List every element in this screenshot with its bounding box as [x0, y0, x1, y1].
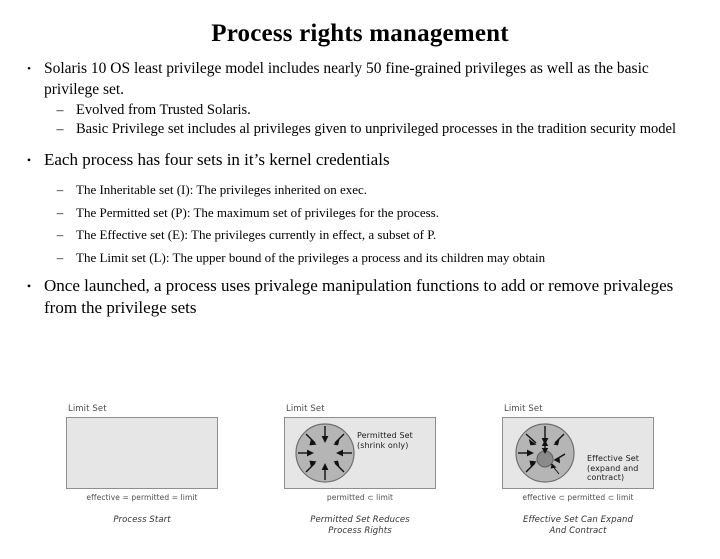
bullet-item: • Solaris 10 OS least privilege model in… — [14, 59, 702, 100]
permitted-set-circle-icon — [295, 423, 355, 483]
sub-bullet-item: – The Inheritable set (I): The privilege… — [14, 179, 702, 202]
sub-bullet-marker: – — [56, 122, 64, 137]
page-title: Process rights management — [211, 20, 509, 47]
limit-set-box: Effective Set (expand and contract) — [502, 417, 654, 489]
permitted-set-inset-line1: Permitted Set — [357, 431, 413, 440]
sub-bullet-text: The Inheritable set (I): The privileges … — [76, 182, 368, 197]
effective-set-inset-line1: Effective Set — [587, 454, 640, 463]
bullet-text: Once launched, a process uses privalege … — [44, 276, 674, 317]
sub-bullet-item: – Basic Privilege set includes al privil… — [14, 120, 702, 139]
diagram-title-line2: And Contract — [549, 525, 607, 536]
effective-set-inset-label: Effective Set (expand and contract) — [587, 454, 639, 483]
permitted-set-inset-line2: (shrink only) — [357, 440, 409, 450]
sub-bullet-group: – Evolved from Trusted Solaris. – Basic … — [14, 101, 702, 139]
sub-bullet-item: – The Limit set (L): The upper bound of … — [14, 247, 702, 270]
sub-bullet-text: Basic Privilege set includes al privileg… — [76, 121, 676, 137]
bullet-text: Each process has four sets in it’s kerne… — [44, 150, 390, 169]
sub-bullet-text: Evolved from Trusted Solaris. — [76, 102, 251, 118]
bullet-item: • Once launched, a process uses privaleg… — [14, 275, 702, 319]
slide-body: • Solaris 10 OS least privilege model in… — [0, 59, 720, 319]
limit-set-label: Limit Set — [68, 404, 107, 414]
diagram-title: Process Start — [113, 515, 171, 525]
diagram-process-start: Limit Set effective = permitted = limit … — [66, 404, 218, 554]
sub-bullet-text: The Permitted set (P): The maximum set o… — [76, 204, 439, 220]
diagram-effective-set: Limit Set Effective Set (expand and cont… — [502, 404, 654, 554]
bullet-item: • Each process has four sets in it’s ker… — [14, 149, 702, 172]
sub-bullet-text: The Limit set (L): The upper bound of th… — [76, 249, 546, 265]
diagram-title: Effective Set Can Expand And Contract — [502, 515, 654, 536]
bullet-marker: • — [27, 63, 31, 75]
bullet-marker: • — [26, 153, 32, 167]
sub-bullet-item: – Evolved from Trusted Solaris. — [14, 101, 702, 120]
limit-set-box — [66, 417, 218, 489]
diagram-caption: effective ⊂ permitted ⊂ limit — [522, 493, 634, 502]
sub-bullet-marker: – — [56, 103, 64, 118]
limit-set-label: Limit Set — [504, 404, 543, 414]
diagram-title-line1: Permitted Set Reduces — [310, 515, 410, 525]
sub-bullet-group: – The Inheritable set (I): The privilege… — [14, 179, 702, 269]
diagram-caption: permitted ⊂ limit — [326, 493, 394, 502]
diagram-strip: Limit Set effective = permitted = limit … — [0, 404, 720, 554]
sub-bullet-marker: – — [56, 249, 64, 265]
limit-set-box: Permitted Set (shrink only) — [284, 417, 436, 489]
bullet-marker: • — [26, 279, 32, 293]
diagram-caption: effective = permitted = limit — [86, 493, 198, 502]
diagram-title-line2: Process Rights — [328, 525, 392, 536]
permitted-set-inset-label: Permitted Set (shrink only) — [357, 431, 413, 450]
diagram-title: Permitted Set Reduces Process Rights — [284, 515, 436, 536]
sub-bullet-item: – The Permitted set (P): The maximum set… — [14, 202, 702, 225]
diagram-title-line1: Effective Set Can Expand — [523, 515, 633, 525]
sub-bullet-text: The Effective set (E): The privileges cu… — [76, 227, 437, 242]
limit-set-label: Limit Set — [286, 404, 325, 414]
sub-bullet-item: – The Effective set (E): The privileges … — [14, 224, 702, 247]
diagram-permitted-set: Limit Set Permitted Set (shrink only) pe… — [284, 404, 436, 554]
sub-bullet-marker: – — [56, 204, 64, 220]
sub-bullet-marker: – — [56, 182, 64, 197]
effective-set-inset-line3: contract) — [587, 473, 625, 482]
bullet-text: Solaris 10 OS least privilege model incl… — [44, 60, 649, 98]
effective-set-inset-line2: (expand and — [587, 463, 639, 473]
sub-bullet-marker: – — [56, 227, 64, 242]
